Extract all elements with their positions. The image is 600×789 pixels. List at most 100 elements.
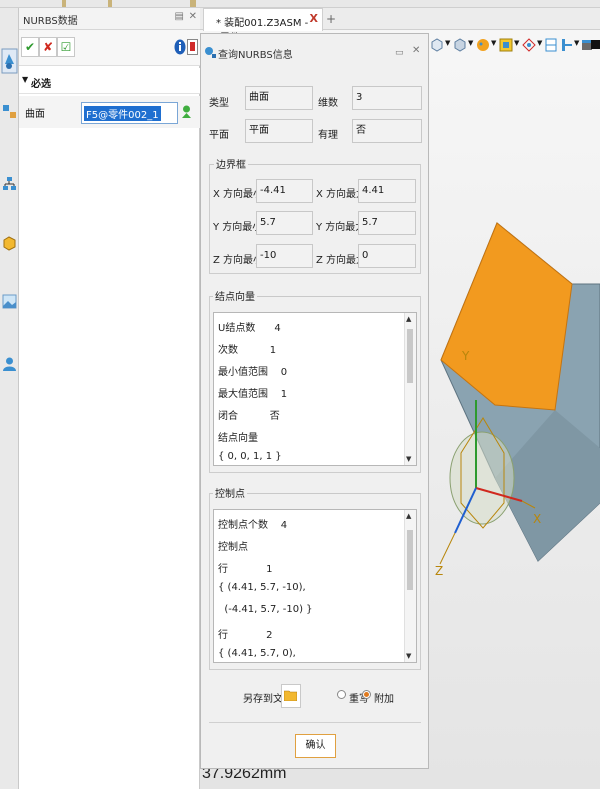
strip-marker (190, 0, 196, 7)
ymax-field: 5.7 (358, 211, 416, 235)
surface-label: 曲面 (25, 109, 45, 120)
scroll-down-icon[interactable]: ▼ (406, 455, 411, 463)
xmin-field: -4.41 (256, 179, 313, 203)
required-section-header[interactable]: ▼ 必选 (19, 68, 200, 94)
control-line: 行 1 (218, 564, 273, 575)
x-axis-label: X (533, 512, 541, 526)
document-tab-bar: * 装配001.Z3ASM - [零件002] X + (200, 8, 600, 44)
dimension-field: 3 (352, 86, 422, 110)
pin-icon[interactable]: ▭ (395, 48, 404, 58)
type-label: 类型 (209, 98, 229, 109)
ok-button[interactable]: 确认 (295, 734, 336, 758)
knots-line: 最大值范围 1 (218, 389, 288, 400)
panel-toolbar: ✔ ✘ ☑ (19, 30, 200, 66)
title-strip (0, 0, 600, 8)
close-icon[interactable]: ✕ (412, 45, 420, 56)
surface-input[interactable]: F5@零件002_1 (81, 102, 178, 124)
xmax-field: 4.41 (358, 179, 416, 203)
chevron-down-icon[interactable]: ▼ (491, 39, 496, 47)
dialog-title-bar: 查询NURBS信息 ▭ ✕ (201, 34, 428, 72)
control-line: 控制点 (218, 542, 248, 553)
chevron-down-icon[interactable]: ▼ (537, 39, 542, 47)
panel-title-bar: NURBS数据 ▤ ✕ (19, 8, 200, 30)
surface-row: 曲面 F5@零件002_1 (19, 96, 200, 128)
view-orient-icon[interactable] (430, 38, 444, 52)
scroll-up-icon[interactable]: ▲ (406, 512, 411, 520)
control-line: { (4.41, 5.7, 0), (218, 648, 296, 659)
surface-value: F5@零件002_1 (84, 106, 161, 121)
control-scrollbar[interactable]: ▲ ▼ (404, 510, 416, 662)
left-toolbar (0, 8, 19, 789)
zmin-field: -10 (256, 244, 313, 268)
nurbs-data-panel: NURBS数据 ▤ ✕ ✔ ✘ ☑ ▼ 必选 曲面 F5@零件002_1 (19, 8, 200, 789)
planar-label: 平面 (209, 130, 229, 141)
rational-field: 否 (352, 119, 422, 143)
part-library-icon[interactable] (2, 236, 17, 251)
required-label: 必选 (31, 79, 51, 90)
query-icon (205, 47, 216, 58)
filter-icon[interactable] (499, 38, 513, 52)
knots-line: 结点向量 (218, 433, 258, 444)
chevron-down-icon[interactable]: ▼ (514, 39, 519, 47)
history-icon[interactable] (1, 48, 18, 74)
view-toolbar: ▼ ▼ ▼ ▼ ▼ ▼ ▼ (430, 34, 600, 58)
chevron-down-icon[interactable]: ▼ (445, 39, 450, 47)
measure-icon[interactable] (560, 38, 574, 52)
user-icon[interactable] (2, 356, 17, 371)
scroll-thumb[interactable] (407, 329, 413, 383)
collapse-icon[interactable]: ▼ (22, 75, 28, 84)
overwrite-radio[interactable] (337, 690, 346, 699)
info-icon[interactable] (174, 39, 186, 55)
pin-icon[interactable]: ▤ (175, 11, 184, 22)
ymin-field: 5.7 (256, 211, 313, 235)
control-line: { (4.41, 5.7, -10), (218, 582, 306, 593)
knots-line: 次数 1 (218, 345, 277, 356)
document-tab[interactable]: * 装配001.Z3ASM - [零件002] X (203, 8, 323, 44)
rational-label: 有理 (318, 130, 338, 141)
query-nurbs-dialog: 查询NURBS信息 ▭ ✕ 类型 曲面 维数 3 平面 平面 有理 否 边界框 … (200, 33, 429, 769)
z-axis-label: Z (435, 564, 443, 578)
chevron-down-icon[interactable]: ▼ (574, 39, 579, 47)
knots-line: { 0, 0, 1, 1 } (218, 451, 282, 462)
control-listbox[interactable]: 控制点个数 4 控制点 行 1 { (4.41, 5.7, -10), (-4.… (213, 509, 417, 663)
panel-title: NURBS数据 (23, 16, 78, 27)
scroll-thumb[interactable] (407, 530, 413, 590)
snap-icon[interactable] (522, 38, 536, 52)
control-line: 行 2 (218, 630, 273, 641)
strip-marker (108, 0, 112, 7)
control-line: 控制点个数 4 (218, 520, 288, 531)
knots-listbox[interactable]: U结点数 4 次数 1 最小值范围 0 最大值范围 1 闭合 否 结点向量 { … (213, 312, 417, 466)
scroll-up-icon[interactable]: ▲ (406, 315, 411, 323)
bottom-divider (209, 722, 421, 723)
chevron-down-icon[interactable]: ▼ (468, 39, 473, 47)
dimension-label: 维数 (318, 98, 338, 109)
knots-line: 最小值范围 0 (218, 367, 288, 378)
control-line: (-4.41, 5.7, -10) } (218, 604, 313, 615)
help-icon[interactable] (187, 39, 198, 55)
scroll-down-icon[interactable]: ▼ (406, 652, 411, 660)
knots-scrollbar[interactable]: ▲ ▼ (404, 313, 416, 465)
apply-button[interactable]: ☑ (57, 37, 75, 57)
new-tab-icon[interactable]: + (326, 12, 336, 26)
assembly-tree-icon[interactable] (2, 104, 17, 119)
tab-close-icon[interactable]: X (310, 12, 318, 25)
hierarchy-icon[interactable] (2, 176, 17, 191)
type-field: 曲面 (245, 86, 313, 110)
knots-line: 闭合 否 (218, 411, 280, 422)
display-mode-icon[interactable] (453, 38, 467, 52)
close-icon[interactable]: ✕ (189, 11, 197, 22)
color-swatch[interactable] (591, 40, 600, 49)
image-icon[interactable] (2, 294, 17, 309)
confirm-button[interactable]: ✔ (21, 37, 39, 57)
cancel-button[interactable]: ✘ (39, 37, 57, 57)
section-icon[interactable] (544, 38, 558, 52)
append-radio[interactable] (362, 690, 371, 699)
append-label: 附加 (374, 694, 394, 705)
folder-icon (284, 690, 297, 701)
pick-icon[interactable] (180, 104, 193, 119)
z-axis-ext (439, 532, 456, 565)
strip-marker (62, 0, 66, 7)
render-icon[interactable] (476, 38, 490, 52)
knots-line: U结点数 4 (218, 323, 281, 334)
save-to-file-button[interactable] (281, 684, 301, 708)
